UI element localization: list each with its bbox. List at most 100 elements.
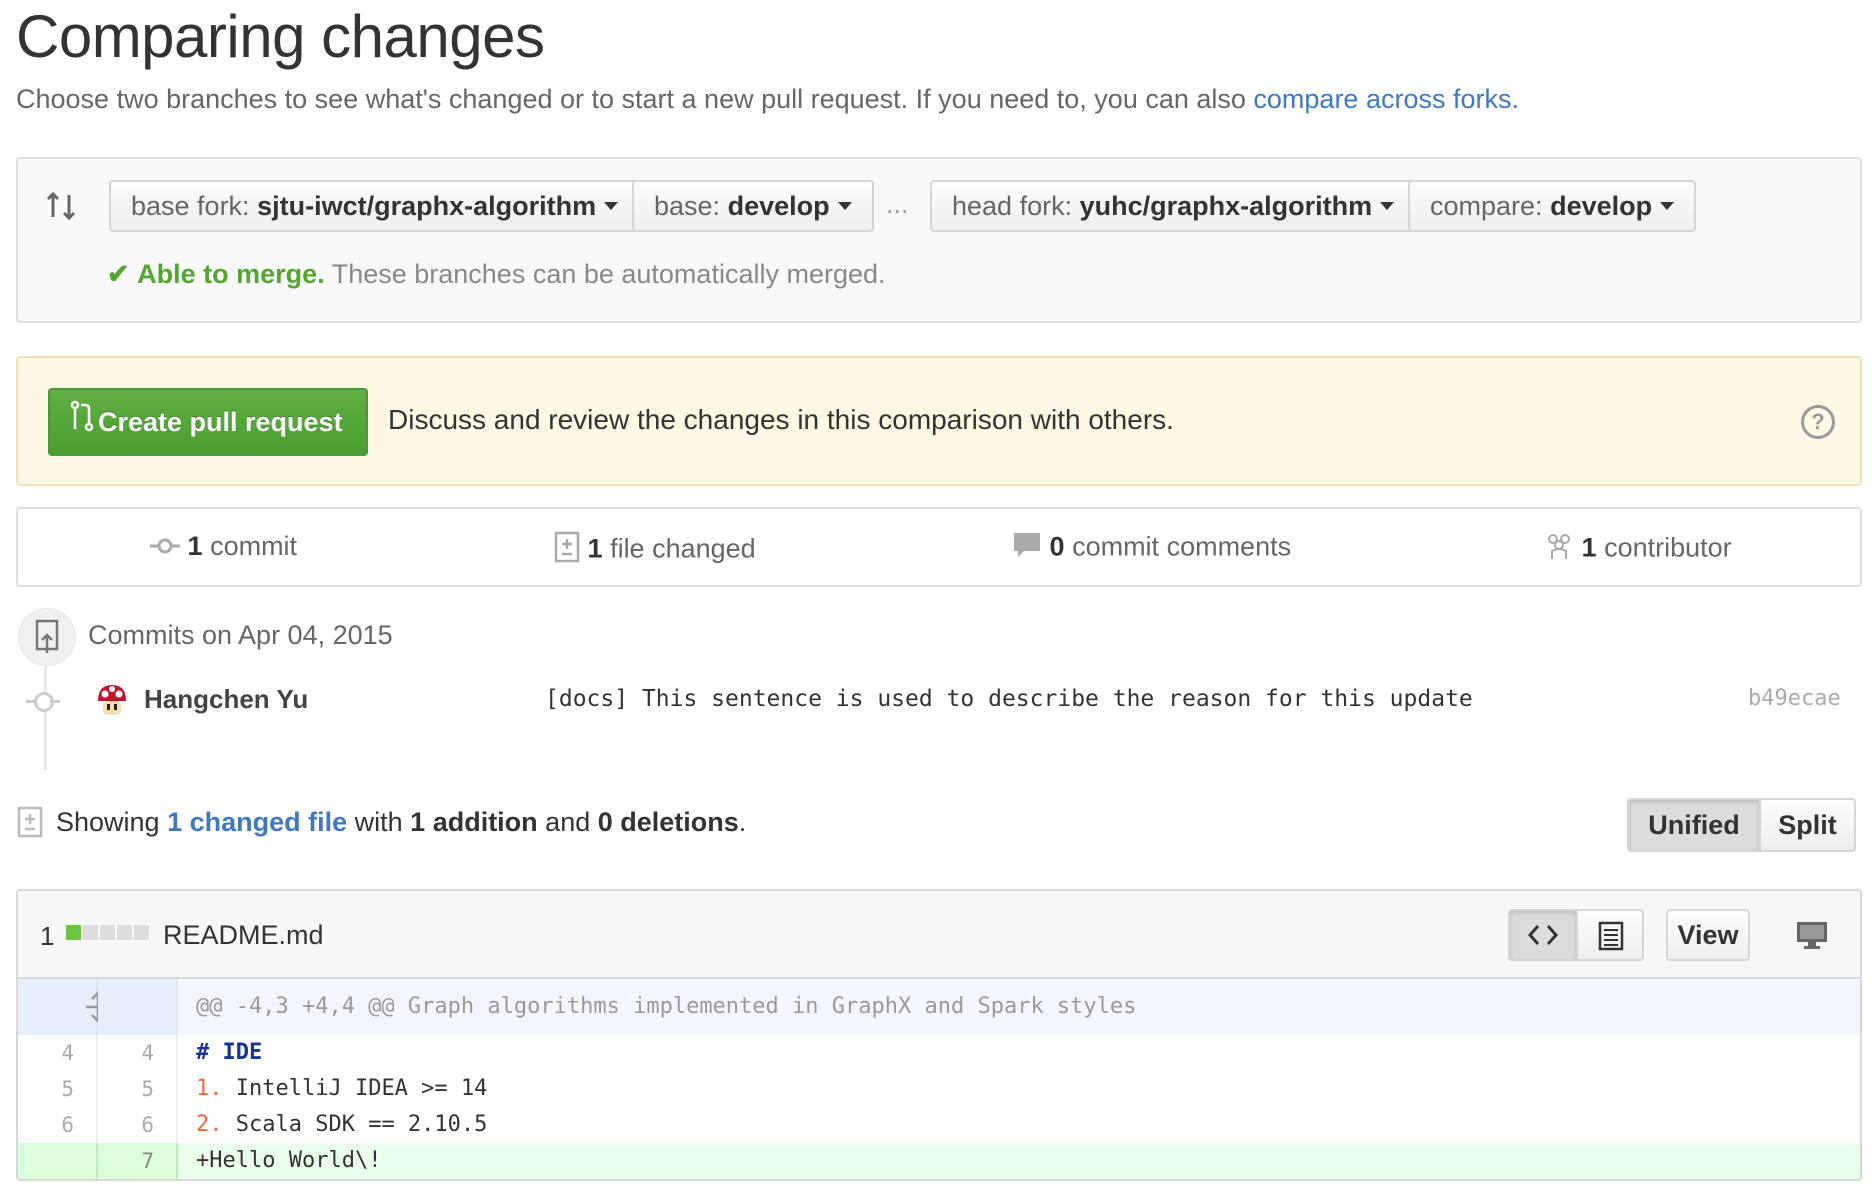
- new-line-number[interactable]: 7: [98, 1143, 178, 1179]
- file-header: 1 README.md View: [18, 891, 1860, 979]
- create-pull-request-button[interactable]: Create pull request: [48, 388, 368, 456]
- check-icon: ✔: [107, 259, 130, 289]
- merge-detail-text: These branches can be automatically merg…: [331, 259, 886, 289]
- summary-comments[interactable]: 0 commit comments: [1012, 531, 1291, 566]
- code-line: 2. Scala SDK == 2.10.5: [178, 1107, 487, 1143]
- code-icon: [1527, 923, 1559, 952]
- diff-line: 5 5 1. IntelliJ IDEA >= 14: [18, 1071, 1860, 1107]
- commit-message[interactable]: [docs] This sentence is used to describe…: [545, 686, 1473, 712]
- chevron-down-icon: [604, 201, 619, 210]
- commit-author[interactable]: Hangchen Yu: [144, 684, 308, 715]
- old-line-number[interactable]: 4: [18, 1035, 98, 1071]
- line-text: Hello World\!: [209, 1148, 382, 1173]
- diff-summary-prefix: Showing: [56, 807, 168, 837]
- page-subtitle: Choose two branches to see what's change…: [16, 84, 1519, 115]
- range-ellipsis: ...: [886, 189, 909, 219]
- compare-branch-select[interactable]: compare: develop: [1408, 180, 1697, 232]
- view-file-button[interactable]: View: [1666, 909, 1750, 961]
- timeline-line: [44, 666, 47, 770]
- base-branch-value: develop: [727, 191, 830, 221]
- diff-line-addition: 7 +Hello World\!: [18, 1143, 1860, 1179]
- new-line-number[interactable]: 6: [98, 1107, 178, 1143]
- diff-line: 6 6 2. Scala SDK == 2.10.5: [18, 1107, 1860, 1143]
- commits-count: 1: [187, 531, 203, 561]
- base-fork-value: sjtu-iwct/graphx-algorithm: [257, 191, 597, 221]
- avatar[interactable]: [96, 683, 128, 722]
- source-diff-button[interactable]: [1508, 909, 1578, 961]
- base-branch-select[interactable]: base: develop: [632, 180, 874, 232]
- summary-contributors[interactable]: 1 contributor: [1544, 531, 1732, 568]
- compare-arrows-icon: [44, 189, 78, 228]
- organization-icon: [1544, 531, 1574, 568]
- diff-summary-with: with: [347, 807, 411, 837]
- repo-push-icon: [18, 608, 76, 666]
- new-line-number[interactable]: 4: [98, 1035, 178, 1071]
- files-count: 1: [587, 533, 603, 564]
- expand-cell-2: [98, 979, 178, 1035]
- new-line-number[interactable]: 5: [98, 1071, 178, 1107]
- old-line-number[interactable]: 5: [18, 1071, 98, 1107]
- unified-button[interactable]: Unified: [1627, 798, 1761, 852]
- commits-label: commit: [210, 531, 298, 561]
- comments-label: commit comments: [1072, 531, 1292, 562]
- merge-ok-text: Able to merge.: [137, 259, 325, 289]
- file-diff-icon: [17, 806, 43, 843]
- pr-description: Discuss and review the changes in this c…: [388, 404, 1174, 435]
- contributors-label: contributor: [1604, 532, 1732, 563]
- range-editor: base fork: sjtu-iwct/graphx-algorithm ba…: [16, 157, 1862, 323]
- additions-count: 1 addition: [410, 807, 538, 837]
- expand-cell[interactable]: [18, 979, 110, 1035]
- code-line: # IDE: [178, 1035, 262, 1071]
- diffstat-block: [83, 925, 98, 940]
- diff-summary-and: and: [537, 807, 598, 837]
- diffstat-block: [134, 925, 149, 940]
- file-name[interactable]: README.md: [163, 920, 324, 951]
- summary-files[interactable]: 1 file changed: [554, 531, 756, 570]
- head-fork-select[interactable]: head fork: yuhc/graphx-algorithm: [930, 180, 1417, 232]
- files-label: file changed: [610, 533, 756, 564]
- chevron-down-icon: [837, 201, 852, 210]
- merge-status: ✔ Able to merge. These branches can be a…: [107, 259, 886, 290]
- hunk-header: @@ -4,3 +4,4 @@ Graph algorithms impleme…: [196, 994, 1137, 1019]
- compare-branch-value: develop: [1550, 191, 1653, 221]
- head-fork-label: head fork:: [952, 191, 1073, 221]
- summary-commits[interactable]: 1 commit: [150, 531, 297, 563]
- list-number: 1.: [196, 1076, 223, 1101]
- rich-diff-button[interactable]: [1576, 909, 1644, 961]
- list-number: 2.: [196, 1112, 223, 1137]
- contributors-count: 1: [1581, 532, 1597, 563]
- head-fork-value: yuhc/graphx-algorithm: [1079, 191, 1373, 221]
- base-fork-select[interactable]: base fork: sjtu-iwct/graphx-algorithm: [109, 180, 641, 232]
- line-text: IntelliJ IDEA >= 14: [222, 1076, 488, 1101]
- line-marker: +: [196, 1148, 210, 1173]
- create-pr-label: Create pull request: [98, 407, 343, 437]
- diff-view-toggle: Unified Split: [1627, 798, 1856, 852]
- chevron-down-icon: [1380, 201, 1395, 210]
- file-text-icon: [1598, 921, 1624, 956]
- split-button[interactable]: Split: [1759, 798, 1856, 852]
- base-branch-label: base:: [654, 191, 721, 221]
- help-icon[interactable]: ?: [1801, 405, 1835, 439]
- changed-files-link[interactable]: 1 changed file: [167, 807, 347, 837]
- line-text: Scala SDK == 2.10.5: [222, 1112, 488, 1137]
- commit-icon: [150, 532, 180, 563]
- open-desktop-icon[interactable]: [1796, 921, 1828, 954]
- file-diff: 1 README.md View @@ -4,3 +4,4 @@ Graph a…: [16, 889, 1862, 1181]
- commit-node-line: [50, 700, 60, 703]
- diff-summary-suffix: .: [738, 807, 747, 837]
- comparison-summary: 1 commit 1 file changed 0 commit comment…: [16, 507, 1862, 587]
- chevron-down-icon: [1660, 201, 1675, 210]
- old-line-number: [18, 1143, 98, 1179]
- file-diff-icon: [554, 531, 580, 570]
- commit-group-title: Commits on Apr 04, 2015: [88, 620, 393, 650]
- code-line: 1. IntelliJ IDEA >= 14: [178, 1071, 487, 1107]
- diff-summary-text: Showing 1 changed file with 1 addition a…: [56, 807, 746, 838]
- page-title: Comparing changes: [16, 3, 545, 70]
- compare-across-forks-link[interactable]: compare across forks.: [1253, 84, 1519, 114]
- old-line-number[interactable]: 6: [18, 1107, 98, 1143]
- base-fork-label: base fork:: [131, 191, 250, 221]
- comment-icon: [1012, 531, 1042, 566]
- diff-line: 4 4 # IDE: [18, 1035, 1860, 1071]
- commit-sha[interactable]: b49ecae: [1748, 686, 1841, 711]
- hunk-header-row: @@ -4,3 +4,4 @@ Graph algorithms impleme…: [18, 979, 1860, 1035]
